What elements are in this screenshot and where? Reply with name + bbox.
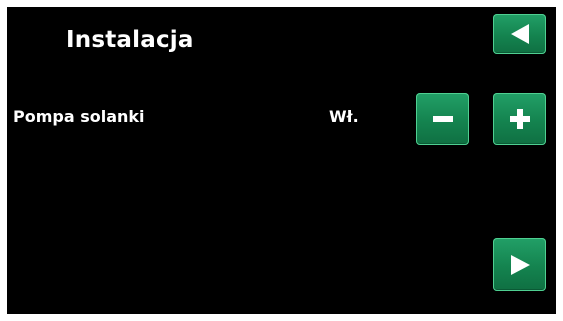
setting-value: Wł.	[329, 107, 359, 126]
next-button[interactable]	[493, 238, 546, 291]
page-title: Instalacja	[66, 27, 194, 53]
setting-label: Pompa solanki	[13, 107, 145, 126]
plus-icon	[509, 109, 530, 129]
triangle-right-icon	[510, 254, 530, 275]
minus-icon	[432, 116, 453, 122]
triangle-left-icon	[510, 24, 529, 44]
decrease-button[interactable]	[416, 93, 469, 145]
back-button[interactable]	[493, 14, 546, 54]
instalacja-screen: Instalacja Pompa solanki Wł.	[7, 7, 556, 314]
increase-button[interactable]	[493, 93, 546, 145]
